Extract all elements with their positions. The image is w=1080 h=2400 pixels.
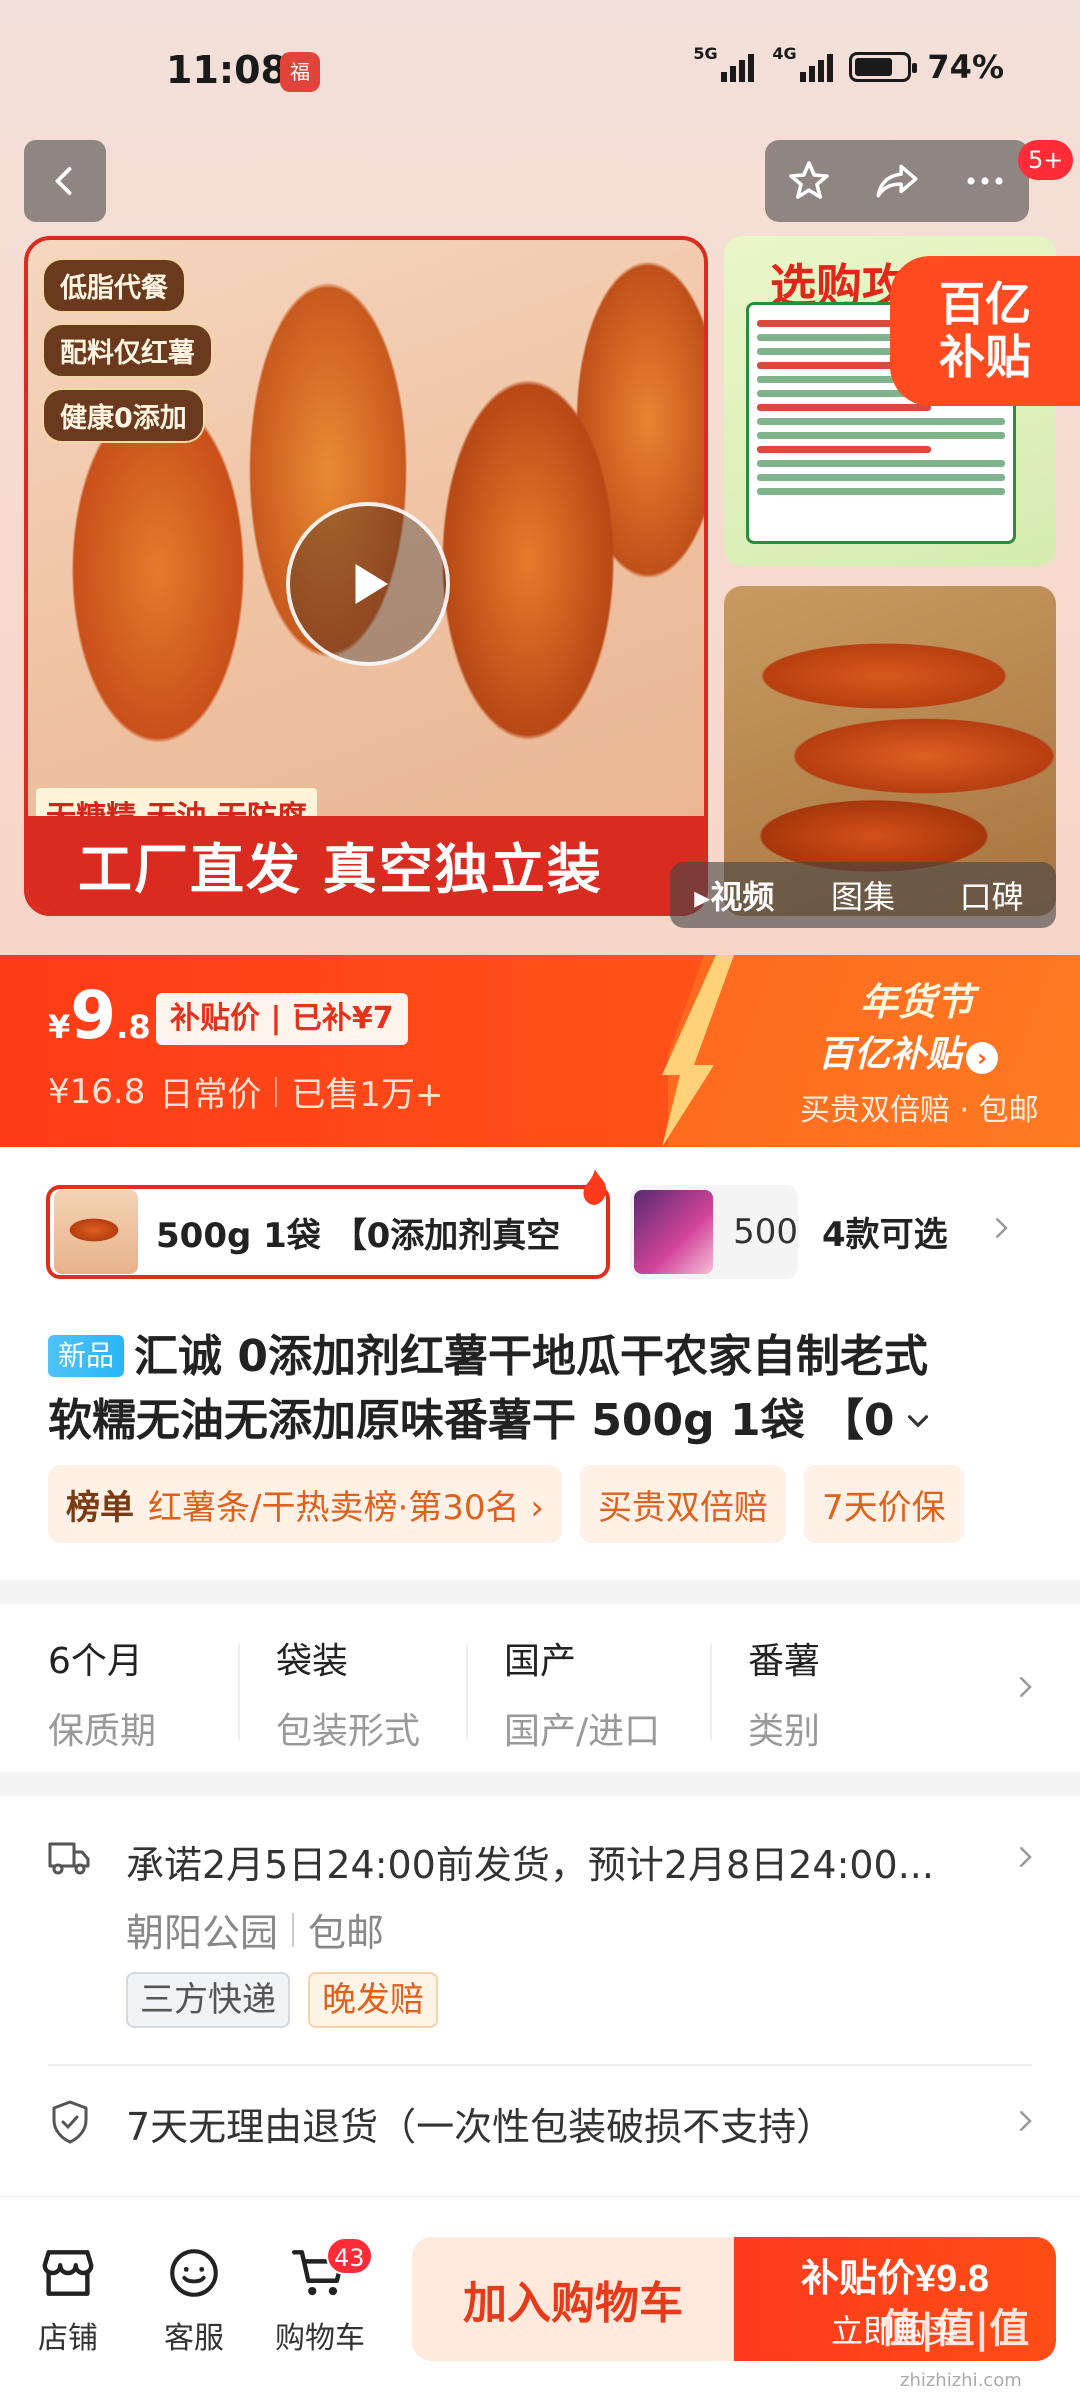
- return-policy[interactable]: 7天无理由退货（一次性包装破损不支持）: [126, 2096, 834, 2151]
- cart-count-badge: 43: [326, 2237, 373, 2275]
- sku-thumbnail: [634, 1190, 714, 1274]
- sku-count[interactable]: 4款可选: [822, 1207, 948, 1256]
- original-price-label: 日常价: [159, 1075, 262, 1115]
- sku-label: 500: [733, 1212, 798, 1252]
- chevron-left-icon: [55, 167, 72, 195]
- main-image-tags: 低脂代餐 配料仅红薯 健康0添加: [42, 258, 213, 443]
- shipping-tags: 三方快递 晚发赔: [126, 1972, 438, 2028]
- product-info-card: 500g 1袋 【0添加剂真空 500 4款可选 新品 汇诚 0添加剂红薯干地瓜干…: [0, 1147, 1080, 1580]
- top-action-group: [765, 140, 1029, 222]
- sold-count: 已售1万+: [291, 1075, 444, 1115]
- image-tag: 低脂代餐: [42, 258, 186, 313]
- chevron-right-icon: [1020, 1677, 1032, 1697]
- chat-smile-icon: [170, 2249, 218, 2297]
- media-tabs: ▸视频 图集 口碑: [670, 862, 1056, 928]
- watermark-url: zhizhizhi.com: [900, 2370, 1022, 2391]
- more-button[interactable]: [955, 151, 1015, 211]
- shop-button[interactable]: 店铺: [18, 2241, 118, 2357]
- back-button[interactable]: [24, 140, 106, 222]
- play-button[interactable]: [286, 502, 450, 666]
- guarantee-chip[interactable]: 买贵双倍赔: [579, 1465, 786, 1543]
- share-button[interactable]: [867, 151, 927, 211]
- festival-title: 年货节: [860, 980, 975, 1024]
- new-tag: 新品: [48, 1335, 125, 1377]
- price-secondary: ¥16.8 日常价 已售1万+: [48, 1067, 443, 1116]
- product-gallery-area: 11:08 福 5G 4G 74% 5+ 低脂代餐 配料仅红薯 健康0添加 工厂…: [0, 0, 1080, 955]
- sku-option-selected[interactable]: 500g 1袋 【0添加剂真空: [46, 1185, 610, 1279]
- sku-thumbnail: [54, 1190, 138, 1274]
- message-badge: 5+: [1018, 140, 1074, 180]
- watermark-logo: 值|值|值: [880, 2306, 1030, 2352]
- product-title[interactable]: 新品 汇诚 0添加剂红薯干地瓜干农家自制老式 软糯无油无添加原味番薯干 500g …: [48, 1325, 1038, 1453]
- buy-price: 补贴价¥9.8: [801, 2257, 989, 2300]
- store-icon: [42, 2250, 94, 2296]
- chevron-right-icon: [996, 1218, 1008, 1238]
- late-compensation-tag: 晚发赔: [308, 1972, 438, 2028]
- image-tag: 配料仅红薯: [42, 323, 213, 378]
- courier-tag: 三方快递: [126, 1972, 290, 2028]
- signal-4g-icon: 4G: [772, 44, 834, 82]
- lightning-bolt-icon: [662, 955, 734, 1147]
- price-banner: ¥ 9 .8 补贴价 | 已补¥7 ¥16.8 日常价 已售1万+ 年货节 百亿…: [0, 955, 1080, 1147]
- tab-video[interactable]: ▸视频: [670, 872, 799, 918]
- main-product-video[interactable]: 低脂代餐 配料仅红薯 健康0添加 无糖精 无油 无防腐 工厂直发 真空独立装: [24, 236, 708, 916]
- shield-check-icon: [52, 2100, 88, 2144]
- platform-subsidy-link[interactable]: 百亿补贴 ›: [818, 1025, 999, 1077]
- more-dots-icon: [967, 177, 1003, 185]
- chevron-down-icon: [907, 1415, 928, 1428]
- status-time: 11:08: [166, 48, 287, 92]
- share-icon: [876, 164, 918, 198]
- attr-category: 番薯 类别: [748, 1641, 821, 1752]
- attr-origin: 国产 国产/进口: [504, 1641, 661, 1752]
- rank-chip[interactable]: 榜单 红薯条/干热卖榜·第30名 ›: [48, 1465, 562, 1543]
- app-notification-icon: 福: [280, 52, 320, 92]
- hot-flame-icon: [583, 1169, 607, 1205]
- signal-5g-icon: 5G: [693, 44, 755, 82]
- image-tag: 健康0添加: [42, 388, 205, 443]
- attr-packaging: 袋装 包装形式: [276, 1641, 421, 1752]
- battery-percent: 74%: [927, 48, 1004, 86]
- original-price: ¥16.8: [48, 1071, 146, 1112]
- tab-reviews[interactable]: 口碑: [927, 872, 1056, 918]
- rank-row: 榜单 红薯条/干热卖榜·第30名 › 买贵双倍赔 7天价保: [48, 1465, 1080, 1543]
- current-price: ¥ 9 .8: [48, 977, 151, 1054]
- sku-label: 500g 1袋 【0添加剂真空: [156, 1215, 561, 1256]
- banner-guarantee: 买贵双倍赔 · 包邮: [800, 1093, 1039, 1128]
- billion-subsidy-badge: 百亿 补贴: [890, 256, 1080, 406]
- tab-gallery[interactable]: 图集: [799, 872, 928, 918]
- play-icon: [355, 564, 388, 604]
- truck-icon: [48, 1842, 90, 1875]
- delivery-card: 承诺2月5日24:00前发货，预计2月8日24:00... 朝阳公园 包邮 三方快…: [0, 1796, 1080, 2196]
- favorite-button[interactable]: [779, 151, 839, 211]
- shipping-location: 朝阳公园 包邮: [126, 1911, 385, 1955]
- shipping-promise[interactable]: 承诺2月5日24:00前发货，预计2月8日24:00...: [126, 1834, 986, 1889]
- attr-shelf-life: 6个月 保质期: [48, 1641, 157, 1752]
- chevron-right-icon: ›: [966, 1042, 999, 1074]
- attributes-card[interactable]: 6个月 保质期 袋装 包装形式 国产 国产/进口 番薯 类别: [0, 1604, 1080, 1772]
- battery-icon: [849, 52, 918, 82]
- status-indicators: 5G 4G 74%: [693, 44, 1004, 86]
- price-protect-chip[interactable]: 7天价保: [803, 1465, 964, 1543]
- subsidy-tag: 补贴价 | 已补¥7: [156, 993, 408, 1045]
- status-bar: 11:08 福 5G 4G 74%: [0, 0, 1080, 140]
- chevron-right-icon: [1020, 1847, 1032, 1867]
- image-band-text: 工厂直发 真空独立装: [28, 816, 704, 912]
- customer-service-button[interactable]: 客服: [144, 2241, 244, 2357]
- sku-option[interactable]: 500: [630, 1185, 798, 1279]
- add-to-cart-button[interactable]: 加入购物车: [412, 2237, 734, 2361]
- star-icon: [789, 161, 829, 199]
- chevron-right-icon: [1020, 2111, 1032, 2131]
